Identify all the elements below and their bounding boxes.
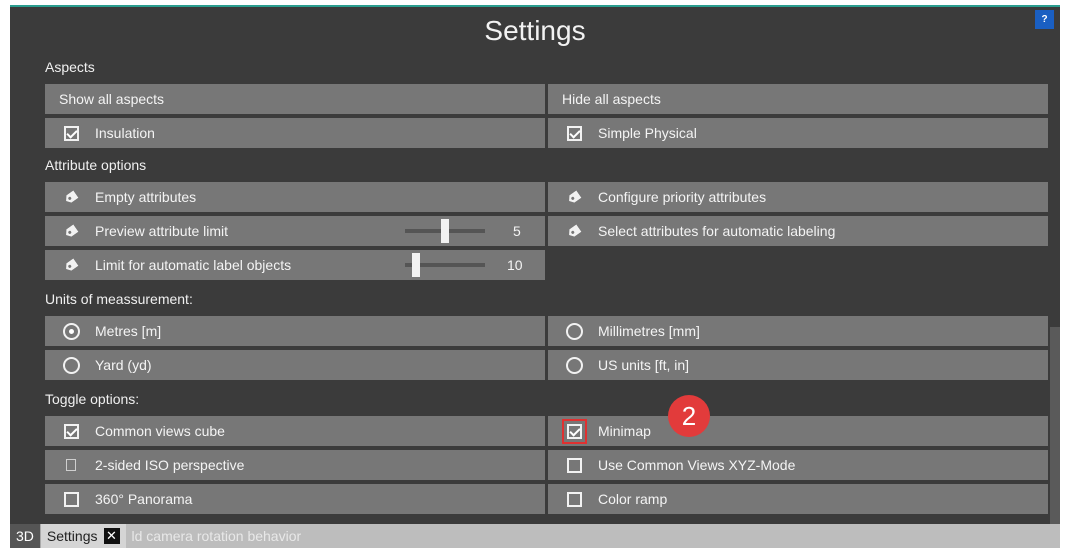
settings-window: Settings ? Aspects Show all aspects Hide… xyxy=(10,5,1060,548)
configure-priority-attributes-button[interactable]: Configure priority attributes xyxy=(548,182,1048,212)
tab-bar: 3D Settings ✕ ld camera rotation behavio… xyxy=(10,524,1060,548)
toggle-xyz-mode[interactable]: Use Common Views XYZ-Mode xyxy=(548,450,1048,480)
section-units: Units of meassurement: xyxy=(45,291,193,307)
tag-icon xyxy=(64,258,79,272)
checkbox-checked-icon[interactable] xyxy=(63,125,79,141)
toggle-color-ramp-label: Color ramp xyxy=(598,491,668,507)
empty-attributes-label: Empty attributes xyxy=(95,189,197,205)
toggle-common-views-cube[interactable]: Common views cube xyxy=(45,416,545,446)
radio-selected-icon[interactable] xyxy=(62,322,80,340)
auto-label-limit-value: 10 xyxy=(507,257,523,273)
help-button[interactable]: ? xyxy=(1035,10,1054,29)
tab-settings-label: Settings xyxy=(46,528,98,544)
slider-thumb[interactable] xyxy=(441,219,449,243)
unit-metres-label: Metres [m] xyxy=(95,323,162,339)
select-auto-label-attributes-button[interactable]: Select attributes for automatic labeling xyxy=(548,216,1048,246)
preview-attribute-limit-row: Preview attribute limit 5 xyxy=(45,216,545,246)
toggle-minimap[interactable]: Minimap xyxy=(548,416,1048,446)
radio-unselected-icon[interactable] xyxy=(62,356,80,374)
tab-3d[interactable]: 3D xyxy=(10,524,40,548)
toggle-panorama[interactable]: 360° Panorama xyxy=(45,484,545,514)
hide-all-aspects-label: Hide all aspects xyxy=(562,91,661,107)
unit-millimetres-option[interactable]: Millimetres [mm] xyxy=(548,316,1048,346)
radio-unselected-icon[interactable] xyxy=(565,322,583,340)
unit-millimetres-label: Millimetres [mm] xyxy=(598,323,700,339)
checkbox-checked-icon[interactable] xyxy=(63,423,79,439)
configure-priority-attributes-label: Configure priority attributes xyxy=(598,189,767,205)
show-all-aspects-button[interactable]: Show all aspects xyxy=(45,84,545,114)
toggle-xyz-mode-label: Use Common Views XYZ-Mode xyxy=(598,457,796,473)
preview-attribute-limit-slider[interactable] xyxy=(405,219,485,243)
tag-icon xyxy=(64,190,79,204)
unit-us-label: US units [ft, in] xyxy=(598,357,690,373)
auto-label-limit-row: Limit for automatic label objects 10 xyxy=(45,250,545,280)
toggle-iso-perspective[interactable]: 2-sided ISO perspective xyxy=(45,450,545,480)
preview-attribute-limit-value: 5 xyxy=(513,223,521,239)
checkbox-unchecked-icon[interactable] xyxy=(566,491,582,507)
slider-thumb[interactable] xyxy=(412,253,420,277)
aspect-insulation-label: Insulation xyxy=(95,125,155,141)
page-title: Settings xyxy=(484,15,586,46)
auto-label-limit-label: Limit for automatic label objects xyxy=(95,257,292,273)
camera-rotation-row[interactable]: ld camera rotation behavior xyxy=(125,524,1060,548)
unit-metres-option[interactable]: Metres [m] xyxy=(45,316,545,346)
scrollbar[interactable] xyxy=(1050,327,1060,548)
unit-us-option[interactable]: US units [ft, in] xyxy=(548,350,1048,380)
document-icon xyxy=(66,459,76,471)
checkbox-checked-icon[interactable] xyxy=(561,418,587,444)
unit-yard-label: Yard (yd) xyxy=(95,357,152,373)
toggle-common-views-cube-label: Common views cube xyxy=(95,423,225,439)
checkbox-unchecked-icon[interactable] xyxy=(566,457,582,473)
camera-rotation-label: ld camera rotation behavior xyxy=(131,528,302,544)
section-toggle-options: Toggle options: xyxy=(45,391,140,407)
toggle-iso-perspective-label: 2-sided ISO perspective xyxy=(95,457,245,473)
hide-all-aspects-button[interactable]: Hide all aspects xyxy=(548,84,1048,114)
checkbox-unchecked-icon[interactable] xyxy=(63,491,79,507)
tag-icon xyxy=(567,190,582,204)
tag-icon xyxy=(64,224,79,238)
toggle-color-ramp[interactable]: Color ramp xyxy=(548,484,1048,514)
radio-unselected-icon[interactable] xyxy=(565,356,583,374)
section-attribute-options: Attribute options xyxy=(45,157,147,173)
tag-icon xyxy=(567,224,582,238)
unit-yard-option[interactable]: Yard (yd) xyxy=(45,350,545,380)
aspect-insulation[interactable]: Insulation xyxy=(45,118,545,148)
toggle-minimap-label: Minimap xyxy=(598,423,651,439)
aspect-simple-physical[interactable]: Simple Physical xyxy=(548,118,1048,148)
tab-settings[interactable]: Settings ✕ xyxy=(39,524,126,548)
section-aspects: Aspects xyxy=(45,59,95,75)
preview-attribute-limit-label: Preview attribute limit xyxy=(95,223,229,239)
empty-attributes-button[interactable]: Empty attributes xyxy=(45,182,545,212)
close-icon[interactable]: ✕ xyxy=(103,528,120,544)
checkbox-checked-icon[interactable] xyxy=(566,125,582,141)
select-auto-label-attributes-label: Select attributes for automatic labeling xyxy=(598,223,836,239)
toggle-panorama-label: 360° Panorama xyxy=(95,491,193,507)
aspect-simple-physical-label: Simple Physical xyxy=(598,125,697,141)
callout-badge: 2 xyxy=(668,395,710,437)
auto-label-limit-slider[interactable] xyxy=(405,253,485,277)
show-all-aspects-label: Show all aspects xyxy=(59,91,165,107)
